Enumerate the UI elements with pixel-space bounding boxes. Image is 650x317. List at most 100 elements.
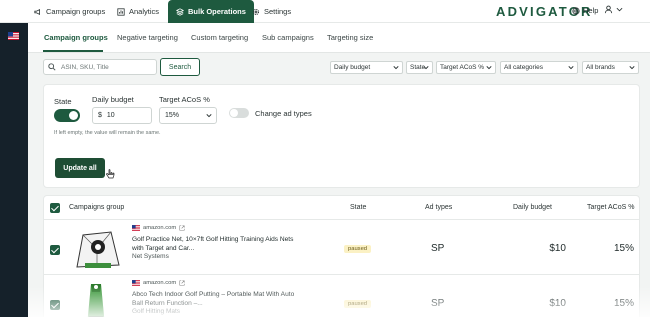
target-acos-select[interactable]: 15%: [159, 107, 217, 124]
help-label: Help: [583, 6, 599, 15]
globe-icon: [572, 6, 580, 15]
row-checkbox[interactable]: [50, 245, 60, 255]
state-filter[interactable]: State: [406, 61, 433, 74]
nav-settings[interactable]: Settings: [252, 0, 291, 23]
hint-text: If left empty, the value will remain the…: [54, 130, 161, 136]
title-line: Ball Return Function –...: [132, 300, 203, 307]
brand-name: Net Systems: [132, 253, 169, 260]
ad-type-value: SP: [431, 243, 445, 254]
layers-icon: [176, 7, 184, 16]
header-ad-types[interactable]: Ad types: [425, 204, 452, 211]
filter-label: Target ACoS %: [440, 64, 485, 71]
row-checkbox[interactable]: [50, 300, 60, 310]
acos-value: 15%: [165, 112, 180, 119]
nav-label: Analytics: [129, 7, 160, 16]
bulk-edit-panel: State Daily budget $ 10 Target ACoS % 15…: [43, 84, 640, 188]
search-button[interactable]: Search: [160, 58, 200, 76]
chevron-down-icon: [616, 7, 623, 12]
tab-targeting-size[interactable]: Targeting size: [327, 33, 373, 42]
nav-label: Campaign groups: [46, 7, 106, 16]
brand-name: Golf Hitting Mats: [132, 308, 181, 315]
subtabs-bar: Campaign groups Negative targeting Custo…: [28, 23, 650, 53]
daily-budget-input[interactable]: $ 10: [92, 107, 152, 124]
product-image: [71, 227, 124, 271]
header-target-acos[interactable]: Target ACoS %: [587, 204, 634, 211]
source-label: amazon.com: [132, 225, 185, 231]
table-header: Campaigns group State Ad types Daily bud…: [44, 196, 639, 220]
chevron-down-icon: [423, 66, 429, 70]
megaphone-icon: [34, 8, 40, 15]
budget-value[interactable]: $10: [536, 298, 566, 309]
top-navigation: Campaign groups Analytics Bulk Operation…: [0, 0, 650, 23]
daily-budget-label: Daily budget: [92, 95, 134, 104]
title-line: Abco Tech Indoor Golf Putting – Portable…: [132, 291, 295, 298]
us-flag-icon: [132, 280, 140, 286]
header-campaigns-group[interactable]: Campaigns group: [69, 204, 124, 211]
target-acos-label: Target ACoS %: [159, 95, 210, 104]
tab-custom-targeting[interactable]: Custom targeting: [191, 33, 248, 42]
nav-campaign-groups[interactable]: Campaign groups: [34, 0, 105, 23]
chevron-down-icon: [393, 66, 399, 70]
chevron-down-icon: [568, 66, 574, 70]
main-content: Campaign groups Negative targeting Custo…: [28, 23, 650, 317]
us-flag-icon: [132, 225, 140, 231]
header-daily-budget[interactable]: Daily budget: [513, 204, 552, 211]
product-title[interactable]: Abco Tech Indoor Golf Putting – Portable…: [132, 290, 312, 308]
nav-label: Settings: [264, 7, 292, 16]
ad-types-label: Change ad types: [255, 109, 312, 118]
filter-label: All brands: [586, 64, 615, 71]
user-menu[interactable]: [604, 5, 623, 14]
table-row[interactable]: amazon.com Abco Tech Indoor Golf Putting…: [44, 276, 639, 317]
status-badge: paused: [344, 245, 372, 253]
status-badge: paused: [344, 300, 372, 308]
table-row[interactable]: amazon.com Golf Practice Net, 10×7ft Gol…: [44, 221, 639, 275]
tab-campaign-groups[interactable]: Campaign groups: [44, 33, 108, 42]
ad-type-value: SP: [431, 298, 445, 309]
filter-label: All categories: [504, 64, 544, 71]
source-domain[interactable]: amazon.com: [143, 280, 176, 286]
select-all-checkbox[interactable]: [50, 203, 60, 213]
state-toggle[interactable]: [54, 109, 80, 122]
nav-analytics[interactable]: Analytics: [117, 0, 159, 23]
search-input[interactable]: [61, 62, 153, 72]
help-link[interactable]: Help: [572, 6, 598, 15]
external-link-icon[interactable]: [179, 280, 185, 286]
source-domain[interactable]: amazon.com: [143, 225, 176, 231]
filter-label: Daily budget: [334, 64, 371, 71]
us-flag-icon[interactable]: [8, 32, 19, 40]
source-label: amazon.com: [132, 280, 185, 286]
currency-symbol: $: [98, 112, 102, 119]
budget-value: 10: [106, 112, 115, 119]
tab-sub-campaigns[interactable]: Sub campaigns: [262, 33, 314, 42]
nav-bulk-operations[interactable]: Bulk Operations: [168, 0, 254, 23]
chevron-down-icon: [486, 66, 492, 70]
acos-value[interactable]: 15%: [609, 243, 634, 254]
budget-value[interactable]: $10: [536, 243, 566, 254]
categories-filter[interactable]: All categories: [500, 61, 578, 74]
daily-budget-filter[interactable]: Daily budget: [330, 61, 403, 74]
product-title[interactable]: Golf Practice Net, 10×7ft Golf Hitting T…: [132, 235, 312, 253]
chart-icon: [117, 7, 125, 16]
header-state[interactable]: State: [350, 204, 366, 211]
user-icon: [604, 5, 613, 14]
ad-types-toggle[interactable]: [229, 108, 249, 118]
target-acos-filter[interactable]: Target ACoS %: [436, 61, 496, 74]
campaigns-table: Campaigns group State Ad types Daily bud…: [43, 195, 640, 317]
search-icon: [48, 63, 56, 71]
tab-negative-targeting[interactable]: Negative targeting: [117, 33, 178, 42]
title-line: Golf Practice Net, 10×7ft Golf Hitting T…: [132, 236, 294, 243]
state-label: State: [54, 97, 72, 106]
hand-cursor-icon: [106, 169, 115, 179]
chevron-down-icon: [629, 66, 635, 70]
acos-value[interactable]: 15%: [609, 298, 634, 309]
nav-label: Bulk Operations: [188, 7, 246, 16]
update-all-button[interactable]: Update all: [55, 158, 105, 178]
sidebar-rail: [0, 23, 28, 317]
active-tab-indicator: [43, 50, 103, 52]
search-box: [43, 59, 157, 75]
chevron-down-icon: [206, 114, 212, 118]
external-link-icon[interactable]: [179, 225, 185, 231]
brands-filter[interactable]: All brands: [582, 61, 639, 74]
product-image: [71, 282, 124, 317]
title-line: with Target and Car...: [132, 245, 195, 252]
